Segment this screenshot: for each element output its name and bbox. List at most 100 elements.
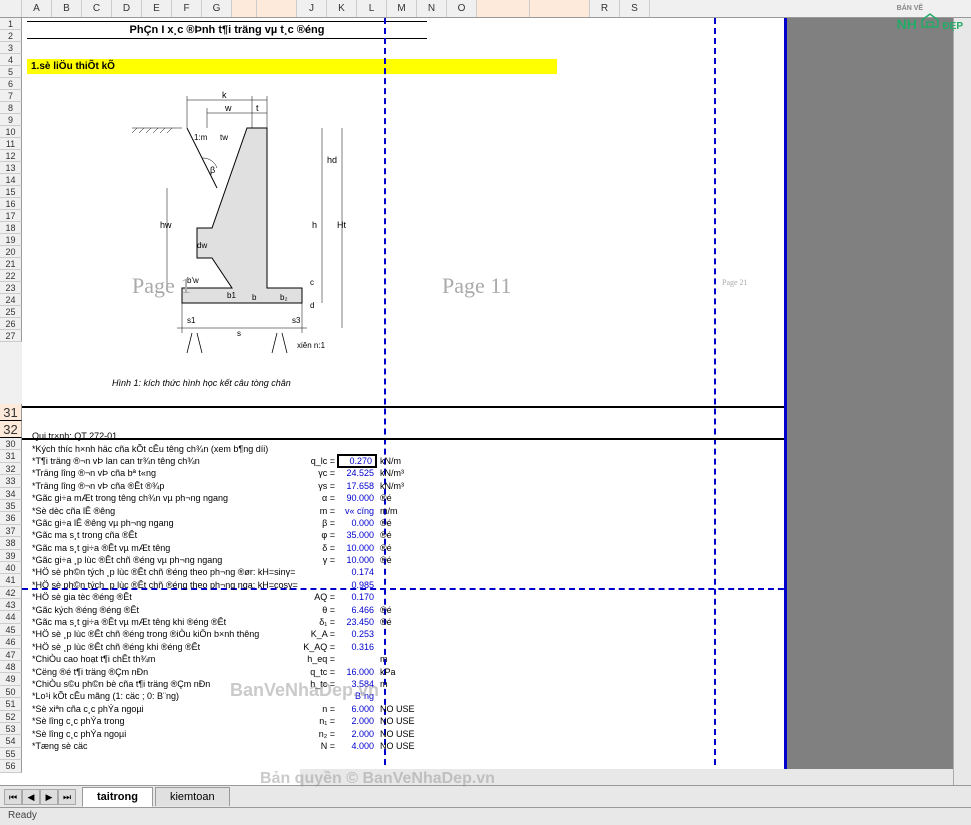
row-4[interactable]: 4	[0, 54, 22, 66]
row-26[interactable]: 26	[0, 318, 22, 330]
row-43[interactable]: 43	[0, 599, 22, 611]
row-32-sel[interactable]: 32	[0, 421, 22, 438]
row-1[interactable]: 1	[0, 18, 22, 30]
data-row-12[interactable]: *HÖ sè ph©n tých ¸p lùc ®Êt chñ ®éng the…	[32, 579, 427, 591]
data-row-16[interactable]: *HÖ sè ¸p lùc ®Êt chñ ®éng trong ®iÒu ki…	[32, 628, 427, 640]
col-K[interactable]: K	[327, 0, 357, 17]
row-51[interactable]: 51	[0, 698, 22, 710]
row-24[interactable]: 24	[0, 294, 22, 306]
horizontal-scrollbar[interactable]	[300, 769, 953, 785]
data-value[interactable]: 16.000	[337, 667, 377, 677]
tab-next-button[interactable]: ▶	[40, 789, 58, 805]
tab-prev-button[interactable]: ◀	[22, 789, 40, 805]
row-13[interactable]: 13	[0, 162, 22, 174]
data-value[interactable]: 17.658	[337, 481, 377, 491]
row-25[interactable]: 25	[0, 306, 22, 318]
data-row-10[interactable]: *Gãc gi÷a ¸p lùc ®Êt chñ ®éng vµ ph¬ng n…	[32, 554, 427, 566]
row-36[interactable]: 36	[0, 512, 22, 524]
row-50[interactable]: 50	[0, 686, 22, 698]
col-C[interactable]: C	[82, 0, 112, 17]
tab-last-button[interactable]: ⏭	[58, 789, 76, 805]
col-A[interactable]: A	[22, 0, 52, 17]
row-49[interactable]: 49	[0, 673, 22, 685]
data-value[interactable]: 23.450	[337, 617, 377, 627]
data-value[interactable]: 0.985	[337, 580, 377, 590]
data-value[interactable]: 6.466	[337, 605, 377, 615]
row-16[interactable]: 16	[0, 198, 22, 210]
row-18[interactable]: 18	[0, 222, 22, 234]
data-value[interactable]: 3.584	[337, 679, 377, 689]
row-42[interactable]: 42	[0, 587, 22, 599]
data-row-22[interactable]: *Sè xiªn cña c¸c phÝa ngoµin =6.000NO US…	[32, 703, 427, 715]
row-32[interactable]: 32	[0, 463, 22, 475]
row-5[interactable]: 5	[0, 66, 22, 78]
row-47[interactable]: 47	[0, 649, 22, 661]
data-row-2[interactable]: *T¶i träng ®¬n vÞ lan can tr¾n têng ch¾n…	[32, 455, 427, 467]
row-10[interactable]: 10	[0, 126, 22, 138]
data-row-11[interactable]: *HÖ sè ph©n tých ¸p lùc ®Êt chñ ®éng the…	[32, 566, 427, 578]
data-value[interactable]: 24.525	[337, 468, 377, 478]
data-value[interactable]: 35.000	[337, 530, 377, 540]
row-3[interactable]: 3	[0, 42, 22, 54]
data-row-21[interactable]: *Lo¹i kÕt cÊu mãng (1: cäc ; 0: B¨ng)B¨n…	[32, 690, 427, 702]
row-41[interactable]: 41	[0, 574, 22, 586]
col-E[interactable]: E	[142, 0, 172, 17]
row-53[interactable]: 53	[0, 723, 22, 735]
tab-first-button[interactable]: ⏮	[4, 789, 22, 805]
data-value[interactable]: 10.000	[337, 543, 377, 553]
data-row-0[interactable]: Qui tr×nh: QT 272-01	[32, 430, 427, 442]
row-23[interactable]: 23	[0, 282, 22, 294]
data-row-23[interactable]: *Sè lîng c¸c phÝa trongn₁ =2.000NO USE	[32, 715, 427, 727]
data-row-18[interactable]: *ChiÒu cao hoạt t¶i chÊt th¾mh_eq =m	[32, 653, 427, 665]
data-row-24[interactable]: *Sè lîng c¸c phÝa ngoµin₂ =2.000NO USE	[32, 727, 427, 739]
data-value[interactable]: 4.000	[337, 741, 377, 751]
col-hidden-1[interactable]	[232, 0, 257, 17]
sheet-tab-kiemtoan[interactable]: kiemtoan	[155, 787, 230, 806]
col-D[interactable]: D	[112, 0, 142, 17]
row-14[interactable]: 14	[0, 174, 22, 186]
row-20[interactable]: 20	[0, 246, 22, 258]
data-row-15[interactable]: *Gãc ma s¸t gi÷a ®Êt vµ mÆt têng khi ®én…	[32, 616, 427, 628]
data-row-19[interactable]: *Cëng ®é t¶i träng ®Çm nÐnq_tc =16.000kP…	[32, 665, 427, 677]
data-value[interactable]: 0.270	[337, 454, 377, 468]
data-row-5[interactable]: *Gãc gi÷a mÆt trong têng ch¾n vµ ph¬ng n…	[32, 492, 427, 504]
data-row-1[interactable]: *Kých thíc h×nh häc cña kÕt cÊu têng ch¾…	[32, 442, 427, 454]
data-row-7[interactable]: *Gãc gi÷a lÊ ®êng vµ ph¬ng ngangβ =0.000…	[32, 517, 427, 529]
vertical-scrollbar[interactable]	[953, 18, 971, 785]
row-33[interactable]: 33	[0, 475, 22, 487]
row-35[interactable]: 35	[0, 500, 22, 512]
data-value[interactable]: 90.000	[337, 493, 377, 503]
col-J[interactable]: J	[297, 0, 327, 17]
row-11[interactable]: 11	[0, 138, 22, 150]
col-hidden-3[interactable]	[477, 0, 530, 17]
row-2[interactable]: 2	[0, 30, 22, 42]
row-27[interactable]: 27	[0, 330, 22, 342]
data-value[interactable]: v« cïng	[337, 506, 377, 516]
row-30[interactable]: 30	[0, 438, 22, 450]
row-38[interactable]: 38	[0, 537, 22, 549]
col-F[interactable]: F	[172, 0, 202, 17]
col-M[interactable]: M	[387, 0, 417, 17]
col-L[interactable]: L	[357, 0, 387, 17]
row-56[interactable]: 56	[0, 760, 22, 772]
col-G[interactable]: G	[202, 0, 232, 17]
sheet-tab-taitrong[interactable]: taitrong	[82, 787, 153, 807]
row-52[interactable]: 52	[0, 711, 22, 723]
col-O[interactable]: O	[447, 0, 477, 17]
row-44[interactable]: 44	[0, 611, 22, 623]
row-46[interactable]: 46	[0, 636, 22, 648]
data-value[interactable]: 2.000	[337, 729, 377, 739]
row-54[interactable]: 54	[0, 735, 22, 747]
select-all-corner[interactable]	[0, 0, 22, 17]
row-40[interactable]: 40	[0, 562, 22, 574]
data-row-9[interactable]: *Gãc ma s¸t gi÷a ®Êt vµ mÆt têngδ =10.00…	[32, 542, 427, 554]
data-value[interactable]: 0.170	[337, 592, 377, 602]
row-8[interactable]: 8	[0, 102, 22, 114]
data-row-13[interactable]: *HÖ sè gia tèc ®éng ®ÊtAQ =0.170	[32, 591, 427, 603]
row-12[interactable]: 12	[0, 150, 22, 162]
data-row-17[interactable]: *HÖ sè ¸p lùc ®Êt chñ ®éng khi ®éng ®ÊtK…	[32, 641, 427, 653]
data-row-20[interactable]: *ChiÒu s©u ph©n bè cña t¶i träng ®Çm nÐn…	[32, 678, 427, 690]
row-45[interactable]: 45	[0, 624, 22, 636]
data-row-14[interactable]: *Gãc kých ®éng ®éng ®Êtθ =6.466®é	[32, 603, 427, 615]
data-value[interactable]: 6.000	[337, 704, 377, 714]
